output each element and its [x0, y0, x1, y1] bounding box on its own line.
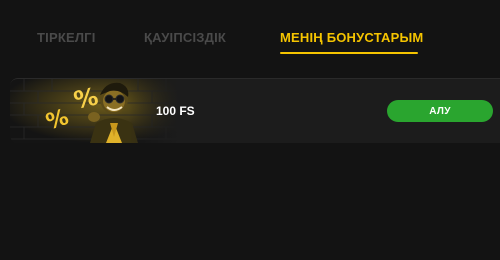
tab-security[interactable]: ҚАУІПСІЗДІК [144, 30, 226, 45]
bonus-title: 100 FS [156, 104, 195, 118]
mascot-percent-icon: % % [10, 79, 180, 143]
claim-button[interactable]: АЛУ [387, 100, 493, 122]
tab-account[interactable]: ТІРКЕЛГІ [37, 30, 96, 45]
bonus-card: % % 100 FS АЛУ [10, 78, 500, 143]
bonus-image: % % [10, 79, 180, 143]
active-tab-indicator [280, 52, 418, 54]
tab-bar: ТІРКЕЛГІ ҚАУІПСІЗДІК МЕНІҢ БОНУСТАРЫМ [0, 0, 500, 60]
tab-my-bonuses[interactable]: МЕНІҢ БОНУСТАРЫМ [280, 30, 423, 45]
